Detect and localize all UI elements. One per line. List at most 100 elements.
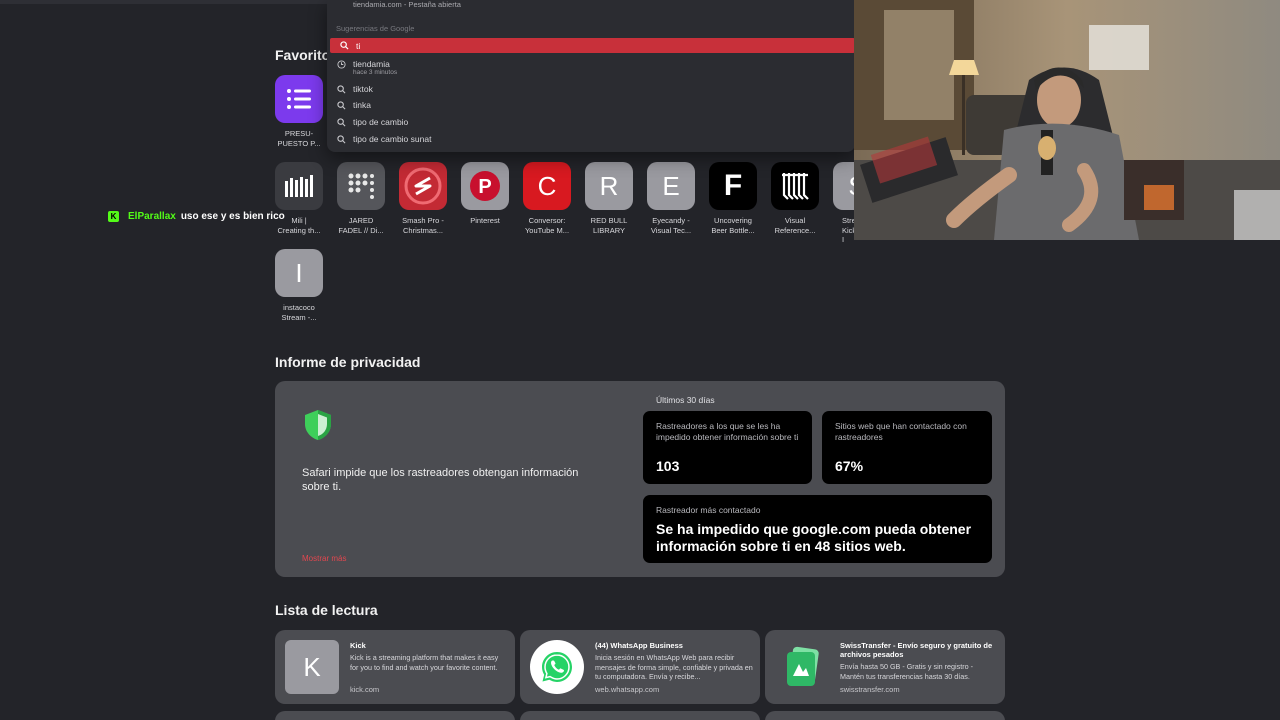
stat-caption: Rastreadores a los que se les ha impedid… bbox=[656, 421, 799, 442]
letter-f-icon: F bbox=[709, 162, 757, 210]
bars-icon bbox=[275, 162, 323, 210]
tile-letter: E bbox=[662, 170, 680, 201]
item-description: Inicia sesión en WhatsApp Web para recib… bbox=[595, 653, 753, 681]
stat-value: 103 bbox=[656, 458, 680, 474]
stripes-logo-icon bbox=[771, 162, 819, 210]
search-icon bbox=[337, 100, 347, 110]
whatsapp-icon bbox=[530, 640, 584, 694]
favorite-tile-conversor[interactable]: C Conversor: YouTube M... bbox=[515, 162, 579, 235]
suggestion-text: tipo de cambio bbox=[353, 117, 409, 127]
favorite-tile-pinterest[interactable]: P Pinterest bbox=[453, 162, 517, 226]
tile-letter: R bbox=[599, 170, 619, 201]
stream-chat-message: K ElParallax uso ese y es bien rico bbox=[108, 211, 285, 222]
search-icon bbox=[337, 84, 347, 94]
favorite-tile-eyecandy[interactable]: E Eyecandy - Visual Tec... bbox=[639, 162, 703, 235]
reading-list-item-swisstransfer[interactable]: SwissTransfer - Envío seguro y gratuito … bbox=[765, 630, 1005, 704]
favorite-tile-jared-fadel[interactable]: JARED FADEL // Di... bbox=[329, 162, 393, 235]
favorite-tile-red-bull-library[interactable]: R RED BULL LIBRARY bbox=[577, 162, 641, 235]
letter-i-icon: I bbox=[275, 249, 323, 297]
top-tracker-stat: Rastreador más contactado Se ha impedido… bbox=[643, 495, 992, 563]
item-title: SwissTransfer - Envío seguro y gratuito … bbox=[840, 641, 993, 659]
chat-text: uso ese y es bien rico bbox=[180, 211, 285, 222]
tile-label: Conversor: YouTube M... bbox=[524, 216, 570, 235]
tile-label: Uncovering Beer Bottle... bbox=[711, 216, 755, 235]
search-icon bbox=[337, 117, 347, 127]
privacy-description: Safari impide que los rastreadores obten… bbox=[302, 467, 579, 493]
reading-list-item[interactable] bbox=[520, 711, 760, 720]
letter-e-icon: E bbox=[647, 162, 695, 210]
item-description: Kick is a streaming platform that makes … bbox=[350, 653, 499, 672]
tile-label: Visual Reference... bbox=[774, 216, 816, 235]
tile-label: Smash Pro - Christmas... bbox=[402, 216, 444, 235]
thumb-letter: K bbox=[303, 651, 321, 682]
stat-caption: Rastreador más contactado bbox=[656, 505, 761, 515]
favorite-tile-instacoco[interactable]: I instacoco Stream -... bbox=[267, 249, 331, 322]
tile-letter: I bbox=[295, 257, 303, 288]
dots-grid-icon bbox=[337, 162, 385, 210]
tile-label: Stre Kick I bbox=[842, 216, 854, 244]
reading-list-item-whatsapp[interactable]: (44) WhatsApp Business Inicia sesión en … bbox=[520, 630, 760, 704]
list-icon bbox=[275, 75, 323, 123]
item-url: kick.com bbox=[350, 685, 380, 694]
favorite-tile-uncovering-beer[interactable]: F Uncovering Beer Bottle... bbox=[701, 162, 765, 235]
item-description: Envía hasta 50 GB - Gratis y sin registr… bbox=[840, 662, 974, 681]
tile-label: RED BULL LIBRARY bbox=[590, 216, 628, 235]
tile-label: Pinterest bbox=[470, 216, 500, 225]
favorites-title: Favorito bbox=[275, 47, 331, 63]
letter-s-icon: S bbox=[833, 162, 854, 210]
tile-letter: C bbox=[537, 170, 557, 201]
chat-username: ElParallax bbox=[128, 211, 176, 222]
stat-value: 67% bbox=[835, 458, 864, 474]
letter-c-icon: C bbox=[523, 162, 571, 210]
suggestion-time: hace 3 minutos bbox=[353, 69, 398, 76]
tile-label: Eyecandy - Visual Tec... bbox=[650, 216, 692, 235]
open-tab-suggestion[interactable]: tiendamia.com - Pestaña abierta bbox=[353, 0, 461, 9]
webcam-overlay bbox=[854, 0, 1280, 240]
letter-r-icon: R bbox=[585, 162, 633, 210]
sites-contacted-stat: Sitios web que han contactado con rastre… bbox=[822, 411, 992, 484]
tile-label: PRESU- PUESTO P... bbox=[277, 129, 321, 148]
smash-logo-icon bbox=[399, 162, 447, 210]
webcam-scene-image bbox=[854, 0, 1280, 240]
search-icon bbox=[337, 134, 347, 144]
pinterest-icon: P bbox=[461, 162, 509, 210]
suggestion-item[interactable]: tinka bbox=[327, 98, 855, 112]
suggestion-text: tiktok bbox=[353, 84, 373, 94]
favorite-tile-presupuesto[interactable]: PRESU- PUESTO P... bbox=[267, 75, 331, 148]
privacy-report-card: Safari impide que los rastreadores obten… bbox=[275, 381, 1005, 577]
suggestion-history[interactable]: tiendamia bbox=[327, 57, 855, 71]
trackers-blocked-stat: Rastreadores a los que se les ha impedid… bbox=[643, 411, 812, 484]
safari-start-page: Favorito PRESU- PUESTO P... Mili | Creat… bbox=[0, 0, 1280, 720]
suggestion-item[interactable]: tipo de cambio sunat bbox=[327, 132, 855, 146]
suggestion-text: ti bbox=[356, 40, 361, 51]
suggestion-text: tinka bbox=[353, 100, 371, 110]
item-title: Kick bbox=[350, 641, 366, 650]
swisstransfer-icon bbox=[775, 640, 829, 694]
reading-list-title: Lista de lectura bbox=[275, 602, 378, 618]
top-tracker-text: Se ha impedido que google.com pueda obte… bbox=[656, 521, 972, 554]
suggestion-item[interactable]: tipo de cambio bbox=[327, 115, 855, 129]
search-suggestions-dropdown: tiendamia.com - Pestaña abierta Sugerenc… bbox=[327, 0, 855, 152]
favorite-tile-smash-pro[interactable]: Smash Pro - Christmas... bbox=[391, 162, 455, 235]
privacy-period: Últimos 30 días bbox=[656, 395, 715, 405]
suggestion-text: tipo de cambio sunat bbox=[353, 134, 432, 144]
item-title: (44) WhatsApp Business bbox=[595, 641, 683, 650]
favorite-tile-mili[interactable]: Mili | Creating th... bbox=[267, 162, 331, 235]
tile-letter: F bbox=[723, 169, 743, 202]
reading-list-item[interactable] bbox=[275, 711, 515, 720]
search-icon bbox=[340, 41, 350, 51]
tile-label: JARED FADEL // Di... bbox=[338, 216, 384, 235]
suggestions-header: Sugerencias de Google bbox=[336, 24, 415, 33]
favorite-tile-visual-reference[interactable]: Visual Reference... bbox=[763, 162, 827, 235]
suggestion-text: tiendamia bbox=[353, 59, 390, 69]
item-url: web.whatsapp.com bbox=[595, 685, 660, 694]
svg-text:P: P bbox=[478, 176, 491, 198]
tile-label: instacoco Stream -... bbox=[281, 303, 317, 322]
favorite-tile-stream-kick[interactable]: S Stre Kick I bbox=[825, 162, 854, 245]
suggestion-item[interactable]: tiktok bbox=[327, 82, 855, 96]
suggestion-selected[interactable]: ti bbox=[330, 38, 855, 53]
shield-icon bbox=[305, 410, 331, 440]
reading-list-item[interactable] bbox=[765, 711, 1005, 720]
show-more-link[interactable]: Mostrar más bbox=[302, 554, 346, 563]
reading-list-item-kick[interactable]: K Kick Kick is a streaming platform that… bbox=[275, 630, 515, 704]
